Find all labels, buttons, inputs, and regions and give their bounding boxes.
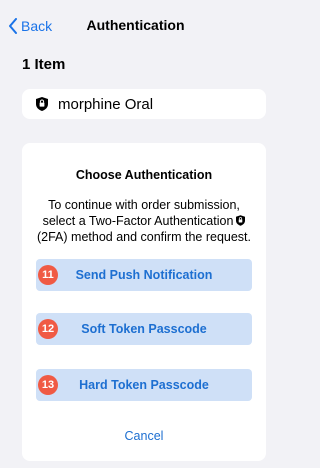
step-badge: 13 [38,375,58,395]
order-item: morphine Oral [22,89,266,119]
auth-description: To continue with order submission, selec… [22,197,266,245]
item-count: 1 Item [22,56,66,73]
cancel-button[interactable]: Cancel [22,429,266,443]
page-title: Authentication [86,17,185,33]
controlled-substance-shield-icon [36,97,48,111]
send-push-notification-button[interactable]: 11 Send Push Notification [36,259,252,291]
navigation-bar: Back Authentication [0,10,271,42]
method-label: Hard Token Passcode [79,378,209,392]
medication-name: morphine Oral [58,95,154,113]
method-label: Send Push Notification [75,268,213,282]
auth-description-line: (2FA) method and confirm the request. [37,230,251,244]
authentication-panel: Choose Authentication To continue with o… [22,143,266,461]
auth-title: Choose Authentication [75,168,213,182]
auth-description-line: select a Two-Factor Authentication [28,213,260,229]
shield-icon [236,215,246,226]
step-badge: 12 [38,319,58,339]
step-badge: 11 [38,265,58,285]
hard-token-passcode-button[interactable]: 13 Hard Token Passcode [36,369,252,401]
auth-description-line: To continue with order submission, [48,198,240,212]
method-label: Soft Token Passcode [81,322,207,336]
soft-token-passcode-button[interactable]: 12 Soft Token Passcode [36,313,252,345]
